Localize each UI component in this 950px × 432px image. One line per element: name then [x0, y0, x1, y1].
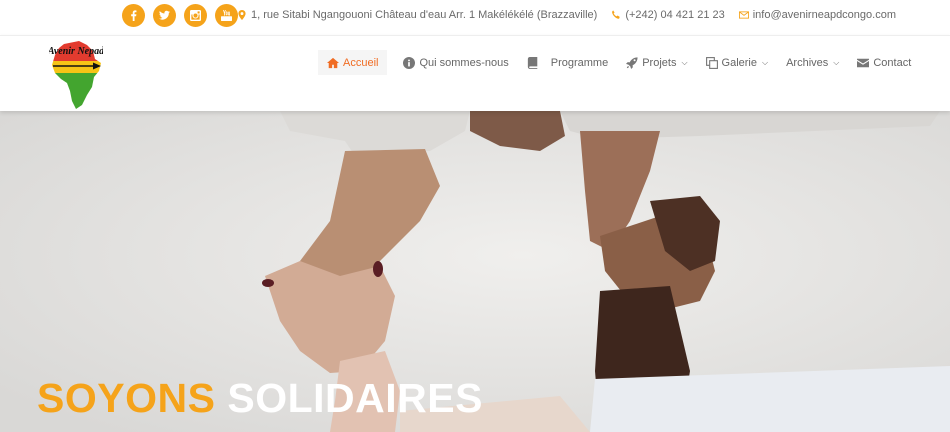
headline-accent-word: SOYONS [37, 375, 216, 421]
top-bar: 1, rue Sitabi Ngangouoni Château d'eau A… [0, 0, 950, 34]
phone-text: (+242) 04 421 21 23 [625, 9, 725, 21]
nav-label-qui-sommes-nous: Qui sommes-nous [419, 56, 509, 69]
contact-info: 1, rue Sitabi Ngangouoni Château d'eau A… [237, 9, 896, 21]
youtube-icon [221, 10, 232, 21]
nav-item-archives[interactable]: Archives ⌵ [780, 50, 845, 75]
main-navbar: Avenir Nepad Accueil Qui sommes-nous Pro… [0, 35, 950, 111]
chevron-down-icon: ⌵ [762, 57, 769, 67]
email-text[interactable]: info@avenirneapdcongo.com [753, 9, 896, 21]
chevron-down-icon: ⌵ [681, 57, 688, 67]
envelope-icon [738, 11, 749, 19]
hero-banner: SOYONS SOLIDAIRES [0, 111, 950, 432]
nav-label-galerie: Galerie [721, 56, 757, 69]
twitter-link[interactable] [153, 4, 176, 27]
map-marker-icon [238, 10, 246, 20]
twitter-icon [159, 10, 170, 20]
nav-label-contact: Contact [873, 56, 912, 69]
envelope-icon [857, 58, 870, 67]
phone-item: (+242) 04 421 21 23 [611, 9, 725, 21]
nav-item-accueil[interactable]: Accueil [318, 50, 388, 75]
home-icon [327, 57, 339, 68]
youtube-link[interactable] [215, 4, 238, 27]
nav-label-archives: Archives [786, 56, 829, 69]
africa-map-logo-icon: Avenir Nepad [47, 41, 105, 109]
rocket-icon [626, 56, 638, 69]
address-item: 1, rue Sitabi Ngangouoni Château d'eau A… [237, 9, 597, 21]
address-text: 1, rue Sitabi Ngangouoni Château d'eau A… [250, 9, 598, 21]
main-menu: Accueil Qui sommes-nous Programme Projet… [318, 50, 923, 75]
social-links [122, 4, 238, 27]
logo-text: Avenir Nepad [49, 46, 103, 57]
headline-rest: SOLIDAIRES [227, 375, 483, 421]
nav-item-projets[interactable]: Projets ⌵ [620, 50, 693, 75]
nav-item-qui-sommes-nous[interactable]: Qui sommes-nous [397, 50, 514, 75]
nav-label-projets: Projets [642, 56, 677, 69]
nav-item-contact[interactable]: Contact [851, 50, 917, 75]
book-icon [527, 56, 538, 69]
nav-label-accueil: Accueil [343, 56, 379, 69]
facebook-link[interactable] [122, 4, 145, 27]
email-item[interactable]: info@avenirneapdcongo.com [738, 9, 896, 21]
info-circle-icon [403, 56, 416, 69]
site-logo[interactable]: Avenir Nepad [47, 37, 105, 110]
hero-headline: SOYONS SOLIDAIRES [37, 375, 483, 422]
phone-icon [612, 10, 621, 19]
nav-item-programme[interactable]: Programme [521, 50, 614, 75]
chevron-down-icon: ⌵ [833, 57, 840, 67]
instagram-icon [190, 10, 201, 21]
copy-icon [705, 56, 718, 69]
facebook-icon [131, 10, 137, 21]
instagram-link[interactable] [184, 4, 207, 27]
nav-label-programme: Programme [550, 56, 609, 69]
nav-item-galerie[interactable]: Galerie ⌵ [700, 50, 775, 75]
